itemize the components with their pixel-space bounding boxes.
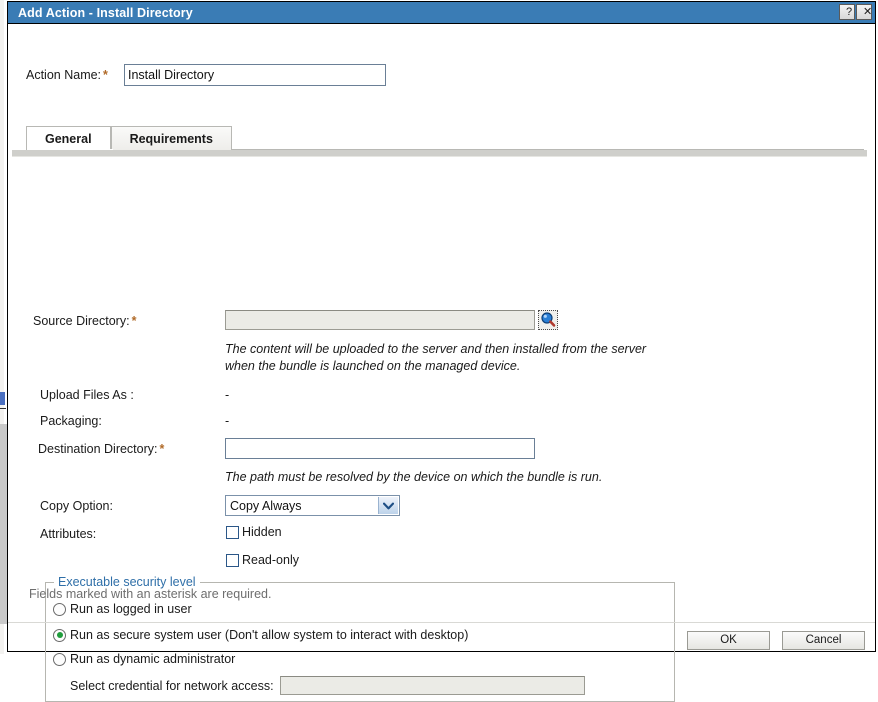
source-directory-hint-line-1: The content will be uploaded to the serv… bbox=[225, 342, 646, 356]
radio-run-as-logged-in-user-label: Run as logged in user bbox=[70, 602, 192, 616]
attribute-readonly-label: Read-only bbox=[242, 553, 299, 567]
dialog-titlebar: Add Action - Install Directory ? ✕ bbox=[8, 2, 875, 24]
packaging-value: - bbox=[225, 414, 229, 428]
upload-files-as-label: Upload Files As : bbox=[40, 388, 134, 402]
packaging-label: Packaging: bbox=[40, 414, 102, 428]
radio-indicator bbox=[53, 653, 66, 666]
tab-requirements[interactable]: Requirements bbox=[111, 126, 232, 150]
copy-option-selected-value: Copy Always bbox=[230, 499, 302, 513]
tab-toolbar-shadow bbox=[12, 156, 867, 157]
radio-run-as-secure-system-user[interactable]: Run as secure system user (Don't allow s… bbox=[53, 628, 468, 642]
help-icon[interactable]: ? bbox=[839, 4, 855, 20]
required-asterisk: * bbox=[132, 314, 137, 328]
copy-option-dropdown[interactable]: Copy Always bbox=[225, 495, 400, 516]
credential-input[interactable] bbox=[280, 676, 585, 695]
attribute-hidden-label: Hidden bbox=[242, 525, 282, 539]
radio-run-as-dynamic-administrator-label: Run as dynamic administrator bbox=[70, 652, 235, 666]
attributes-label: Attributes: bbox=[40, 527, 96, 541]
dialog-content: Action Name:* General Requirements Sourc… bbox=[8, 24, 875, 652]
destination-directory-label-text: Destination Directory: bbox=[38, 442, 158, 456]
magnifier-icon[interactable] bbox=[538, 310, 558, 330]
tab-bar: General Requirements bbox=[26, 126, 232, 150]
titlebar-buttons: ? ✕ bbox=[839, 4, 872, 20]
ok-button[interactable]: OK bbox=[687, 631, 770, 650]
background-rule-fragment bbox=[0, 408, 6, 409]
source-directory-input[interactable] bbox=[225, 310, 535, 330]
destination-directory-hint: The path must be resolved by the device … bbox=[225, 470, 602, 484]
source-directory-label-text: Source Directory: bbox=[33, 314, 130, 328]
required-asterisk: * bbox=[103, 68, 108, 82]
add-action-dialog: Add Action - Install Directory ? ✕ Actio… bbox=[7, 1, 876, 652]
action-name-label-text: Action Name: bbox=[26, 68, 101, 82]
dialog-title: Add Action - Install Directory bbox=[18, 6, 193, 20]
checkbox-box bbox=[226, 526, 239, 539]
radio-run-as-logged-in-user[interactable]: Run as logged in user bbox=[53, 602, 192, 616]
footer-buttons: OK Cancel bbox=[687, 631, 865, 650]
action-name-label: Action Name:* bbox=[26, 68, 108, 82]
credential-row: Select credential for network access: bbox=[70, 676, 585, 695]
tab-active-connector bbox=[27, 149, 113, 150]
upload-files-as-value: - bbox=[225, 388, 229, 402]
footer-separator bbox=[8, 622, 875, 623]
action-name-input[interactable] bbox=[124, 64, 386, 86]
copy-option-label: Copy Option: bbox=[40, 499, 113, 513]
destination-directory-label: Destination Directory:* bbox=[38, 442, 164, 456]
radio-indicator bbox=[53, 603, 66, 616]
attribute-hidden-checkbox[interactable]: Hidden bbox=[226, 525, 282, 539]
required-asterisk: * bbox=[160, 442, 165, 456]
radio-run-as-secure-system-user-label: Run as secure system user (Don't allow s… bbox=[70, 628, 468, 642]
tab-general[interactable]: General bbox=[26, 126, 111, 150]
attribute-readonly-checkbox[interactable]: Read-only bbox=[226, 553, 299, 567]
background-panel-fragment bbox=[0, 424, 7, 624]
required-fields-note: Fields marked with an asterisk are requi… bbox=[29, 587, 271, 601]
checkbox-box bbox=[226, 554, 239, 567]
chevron-down-icon bbox=[378, 497, 398, 514]
action-name-row: Action Name:* bbox=[8, 64, 875, 88]
radio-run-as-dynamic-administrator[interactable]: Run as dynamic administrator bbox=[53, 652, 235, 666]
cancel-button[interactable]: Cancel bbox=[782, 631, 865, 650]
close-icon[interactable]: ✕ bbox=[856, 4, 872, 20]
background-link-fragment bbox=[0, 392, 5, 405]
destination-directory-input[interactable] bbox=[225, 438, 535, 459]
source-directory-hint-line-2: when the bundle is launched on the manag… bbox=[225, 359, 520, 373]
source-directory-label: Source Directory:* bbox=[33, 314, 136, 328]
radio-indicator-selected bbox=[53, 629, 66, 642]
credential-label: Select credential for network access: bbox=[70, 679, 274, 693]
